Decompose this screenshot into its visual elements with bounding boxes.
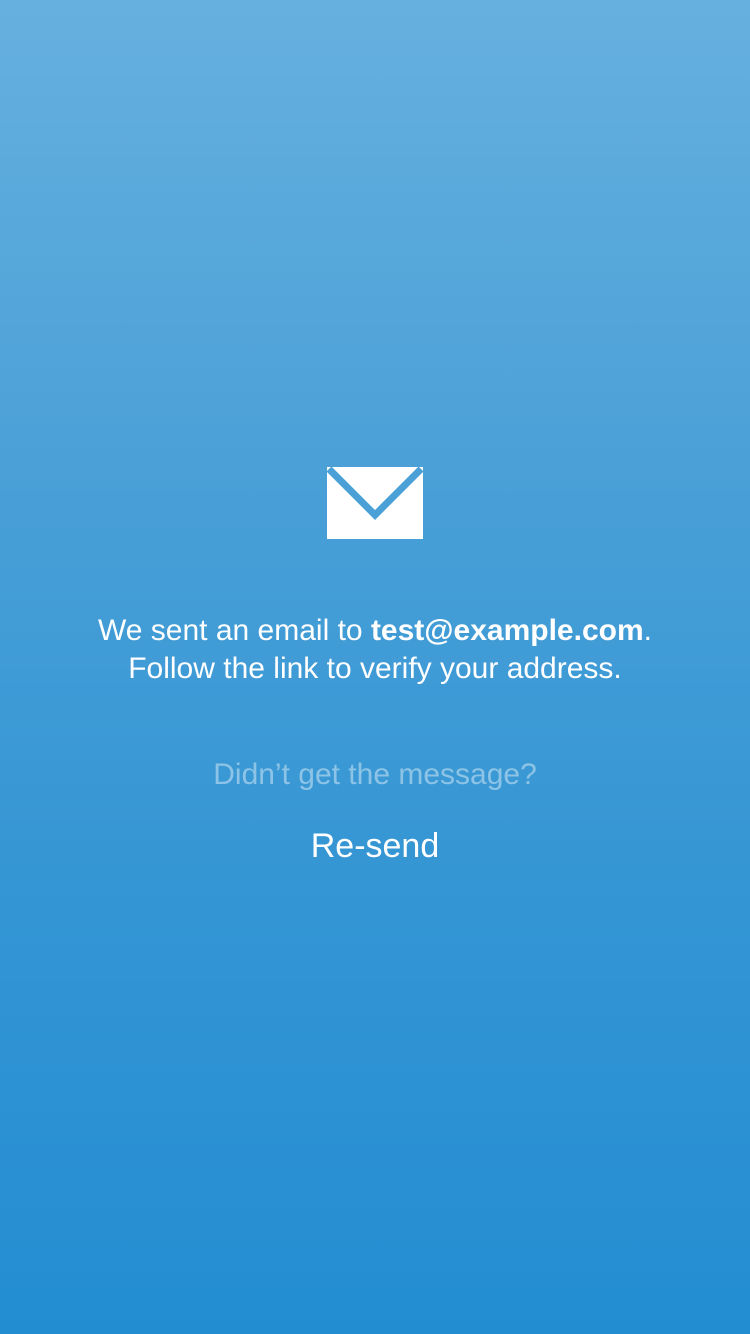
- resend-button[interactable]: Re-send: [275, 820, 475, 872]
- verification-message: We sent an email to test@example.com. Fo…: [0, 612, 750, 688]
- email-address: test@example.com: [370, 614, 644, 647]
- envelope-icon: [327, 467, 423, 539]
- message-line-2: Follow the link to verify your address.: [128, 652, 622, 685]
- message-prefix: We sent an email to: [98, 614, 371, 647]
- message-suffix: .: [643, 614, 652, 647]
- verify-email-screen: We sent an email to test@example.com. Fo…: [0, 0, 750, 1334]
- message-line-1: We sent an email to test@example.com.: [0, 612, 750, 650]
- no-message-hint: Didn’t get the message?: [213, 758, 537, 791]
